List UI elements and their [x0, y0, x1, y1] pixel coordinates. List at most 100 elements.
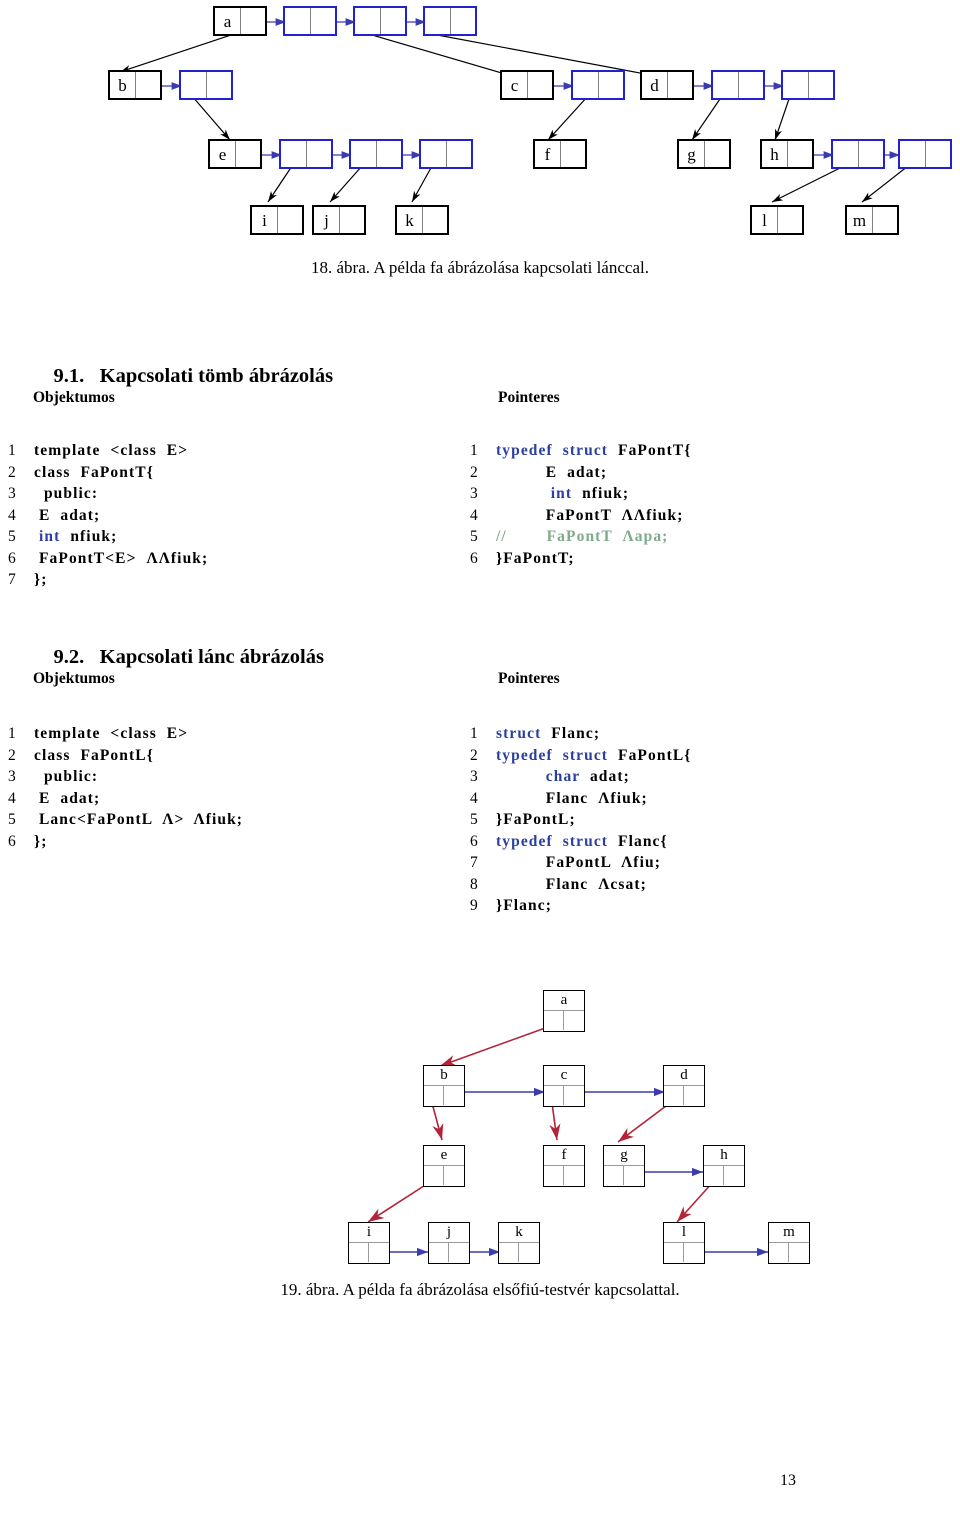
figure-19-node-m: m	[768, 1222, 810, 1264]
page-number: 13	[780, 1472, 796, 1489]
section-9-1-right-code-line: 4 FaPontT ΛΛfiuk;	[470, 507, 691, 529]
figure-19-node-b: b	[423, 1065, 465, 1107]
figure-19-node-h: h	[703, 1145, 745, 1187]
node-f-label: f	[544, 144, 551, 164]
figure-18-chain-e-2	[349, 139, 403, 169]
node-g-label: g	[687, 144, 696, 164]
figure-19-node-l: l	[663, 1222, 705, 1264]
section-9-1-left-code-line-text: public:	[34, 485, 98, 503]
section-9-2-right-code-line-text: }FaPontL;	[496, 811, 576, 829]
fig19-node-c-label: c	[544, 1066, 584, 1086]
node-c-label: c	[510, 75, 519, 95]
section-9-2-right-code-line-text: char adat;	[496, 768, 630, 786]
fig19-node-i-label: i	[349, 1223, 389, 1243]
section-9-1-right-code-line: 3 int nfiuk;	[470, 485, 691, 507]
section-9-1-left-code-line: 4 E adat;	[8, 507, 208, 529]
section-9-2-left-code-line-text: };	[34, 833, 47, 851]
code-token: };	[34, 571, 48, 588]
code-token: char	[545, 768, 580, 785]
code-token: typedef struct	[496, 832, 609, 850]
fig19-node-l-label: l	[664, 1223, 704, 1243]
section-9-2-left-code-line: 1 template <class E>	[8, 725, 243, 747]
figure-18-node-d: d	[640, 70, 694, 100]
fig19-node-d-label: d	[664, 1066, 704, 1086]
code-token: FaPontT<E> ΛΛfiuk;	[34, 549, 209, 567]
node-a-ptr-cell	[241, 8, 265, 34]
section-9-2-right-code-line-number: 9	[470, 897, 478, 914]
section-9-2-right-code-line-text: typedef struct FaPontL{	[496, 747, 691, 765]
section-9-1-left-code-line-text: };	[34, 571, 47, 589]
section-9-2-left-code-line: 3 public:	[8, 768, 243, 790]
figure-18-chain-a-3	[423, 6, 477, 36]
figure-19-node-j: j	[428, 1222, 470, 1264]
code-token: FaPontT ΛΛfiuk;	[496, 506, 684, 524]
section-9-2-left-code-line-number: 5	[8, 811, 16, 828]
figure-18-node-j: j	[312, 205, 366, 235]
section-9-2-right-code-line: 9}Flanc;	[470, 897, 691, 919]
figure-18-node-k: k	[395, 205, 449, 235]
section-9-2-right-header: Pointeres	[498, 670, 560, 687]
section-9-1-right-code-line-text: FaPontT ΛΛfiuk;	[496, 507, 683, 525]
section-9-1-right-code: 1 typedef struct FaPontT{2 E adat; 3 int n…	[470, 442, 691, 571]
node-m-label: m	[852, 210, 867, 230]
section-9-1-left-code-line-number: 4	[8, 506, 16, 524]
code-token: }FaPontL;	[496, 811, 576, 828]
code-token: struct	[496, 725, 542, 742]
section-9-1-left-code-line-number: 6	[8, 549, 16, 567]
section-9-1-left-code-line: 2 class FaPontT{	[8, 464, 208, 486]
code-token: };	[34, 832, 48, 850]
section-9-2-left-code-line-number: 4	[8, 789, 16, 807]
section-9-1-right-code-line: 1 typedef struct FaPontT{	[470, 442, 691, 464]
section-9-1-left-code-line-number: 3	[8, 485, 16, 502]
section-9-2-right-code-line-number: 1	[470, 725, 478, 742]
code-token: int	[550, 485, 573, 502]
section-9-2-right-code-line-number: 3	[470, 768, 478, 785]
code-token: class FaPontL{	[34, 746, 154, 764]
section-9-1-right-code-line-number: 3	[470, 485, 478, 502]
section-9-2-left-code-line-text: public:	[34, 768, 98, 786]
section-9-1-left-code-line-text: FaPontT<E> ΛΛfiuk;	[34, 550, 208, 568]
section-9-1-right-code-line-text: typedef struct FaPontT{	[496, 442, 691, 460]
node-h-label: h	[770, 144, 779, 164]
section-9-2-right-code-line-text: typedef struct Flanc{	[496, 833, 668, 851]
figure-18-node-b: b	[108, 70, 162, 100]
code-token: adat;	[580, 768, 630, 785]
section-9-1-right-code-line-text: int nfiuk;	[496, 485, 629, 503]
section-9-2-right-code-line-number: 8	[470, 875, 478, 893]
section-9-2-left-code-line: 5 Lanc<FaPontL Λ> Λfiuk;	[8, 811, 243, 833]
section-9-1-left-code-line: 3 public:	[8, 485, 208, 507]
figure-19-node-g: g	[603, 1145, 645, 1187]
figure-19-node-c: c	[543, 1065, 585, 1107]
section-9-1-right-code-line-text: E adat;	[496, 464, 607, 482]
figure-18-node-e: e	[208, 139, 262, 169]
figure-18-chain-c-1	[571, 70, 625, 100]
figure-18-chain-h-1	[831, 139, 885, 169]
figure-18-node-m: m	[845, 205, 899, 235]
section-9-1-left-code-line: 6 FaPontT<E> ΛΛfiuk;	[8, 550, 208, 572]
section-9-1-number: 9.1.	[53, 365, 85, 387]
section-9-2-right-code-line-number: 7	[470, 854, 478, 871]
section-9-1-title: Kapcsolati tömb ábrázolás	[99, 365, 334, 387]
code-token: }FaPontT;	[496, 549, 575, 567]
section-9-2-left-code-line-text: E adat;	[34, 790, 100, 808]
fig19-node-f-label: f	[544, 1146, 584, 1166]
code-token: int	[38, 528, 61, 545]
node-a-label: a	[223, 11, 232, 31]
figure-18-chain-e-3	[419, 139, 473, 169]
figure-19-node-e: e	[423, 1145, 465, 1187]
section-9-1-left-header: Objektumos	[33, 389, 115, 406]
section-9-2-right-code: 1 struct Flanc; 2 typedef struct FaPontL{3 …	[470, 725, 691, 919]
section-9-2-left-code-line-number: 2	[8, 746, 16, 764]
document-page: a b c d e f g h i j k l m 18. ábra. A pé…	[0, 0, 960, 1524]
section-9-1-left-code-line-text: template <class E>	[34, 442, 188, 460]
figure-18-node-a: a	[213, 6, 267, 36]
fig19-node-k-label: k	[499, 1223, 539, 1243]
figure-18-node-f: f	[533, 139, 587, 169]
section-9-2-left-code-line-text: class FaPontL{	[34, 747, 154, 765]
section-9-2-right-code-line: 1 struct Flanc;	[470, 725, 691, 747]
figure-18-node-i: i	[250, 205, 304, 235]
section-9-1-left-code-line: 7};	[8, 571, 208, 593]
figure-19-node-f: f	[543, 1145, 585, 1187]
